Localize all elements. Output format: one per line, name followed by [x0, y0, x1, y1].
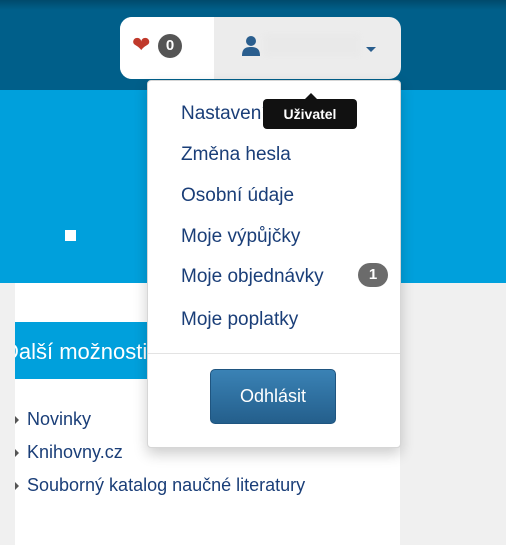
link-label: Knihovny.cz: [27, 442, 123, 462]
menu-item-orders[interactable]: Moje objednávky: [181, 266, 324, 288]
menu-divider: [148, 353, 400, 354]
user-tooltip: Uživatel: [263, 99, 357, 129]
menu-item-fees[interactable]: Moje poplatky: [181, 309, 298, 331]
menu-item-change-password[interactable]: Změna hesla: [181, 144, 291, 166]
triangle-right-icon: [15, 415, 19, 424]
favorites-count-badge: 0: [158, 34, 182, 58]
heart-icon: ❤: [132, 32, 151, 57]
user-icon: [242, 36, 260, 56]
menu-item-loans[interactable]: Moje výpůjčky: [181, 226, 300, 248]
sidebar-heading-text: Další možnosti: [15, 339, 148, 364]
triangle-right-icon: [15, 481, 19, 490]
carousel-indicator[interactable]: [65, 230, 76, 241]
page-background-right: [400, 283, 506, 545]
orders-count-badge: 1: [358, 263, 388, 287]
link-label: Novinky: [27, 409, 92, 429]
user-name-label: Uživatel: [264, 34, 360, 56]
sidebar-heading: Další možnosti: [15, 322, 165, 379]
caret-down-icon: [366, 47, 376, 52]
menu-item-personal-info[interactable]: Osobní údaje: [181, 185, 294, 207]
link-label: Souborný katalog naučné literatury: [27, 475, 306, 495]
navbar-edge: [0, 0, 506, 10]
page-background-left: [0, 283, 15, 545]
logout-button[interactable]: Odhlásit: [210, 369, 336, 424]
menu-item-settings[interactable]: Nastavení: [181, 103, 267, 125]
link-souborny-katalog[interactable]: Souborný katalog naučné literatury: [15, 469, 305, 502]
triangle-right-icon: [15, 448, 19, 457]
